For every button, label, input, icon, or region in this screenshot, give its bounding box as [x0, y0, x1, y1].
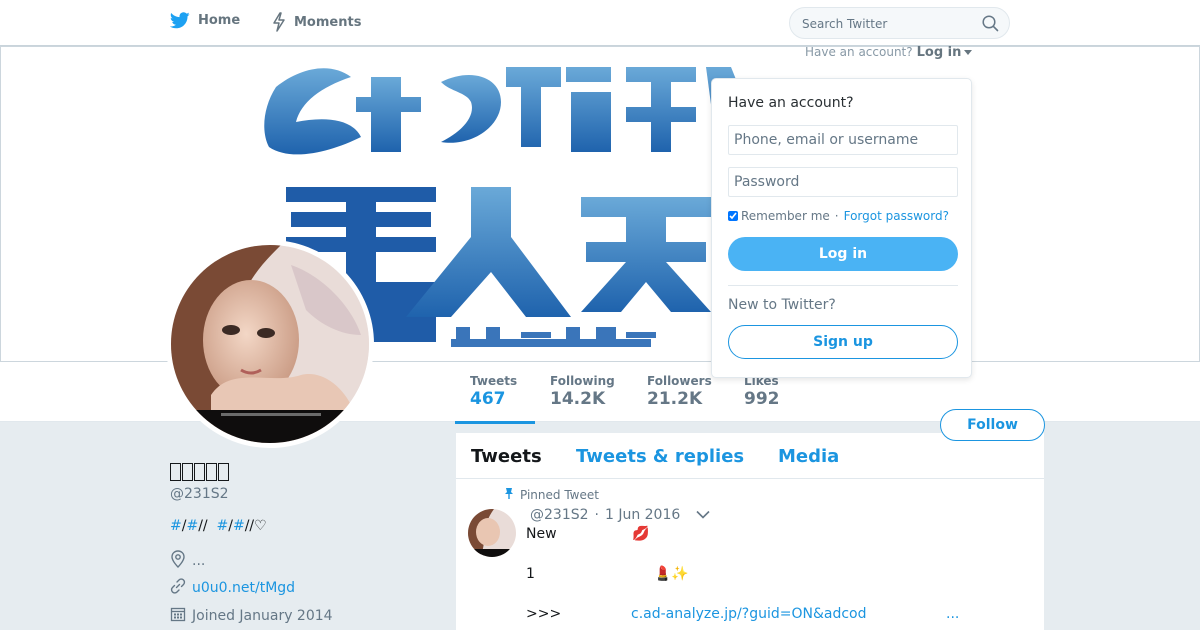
stat-followers-label: Followers [647, 374, 712, 388]
password-field[interactable] [728, 167, 958, 197]
login-button[interactable]: Log in [728, 237, 958, 271]
nav-home-label: Home [198, 13, 241, 28]
avatar-photo [171, 245, 369, 443]
top-nav: Home Moments [0, 0, 1200, 46]
stat-following-value: 14.2K [550, 389, 606, 409]
remember-row: Remember me · Forgot password? [728, 209, 949, 223]
stat-following[interactable]: Following 14.2K [550, 374, 615, 409]
profile-bio: #/#// #/#//♡ [170, 518, 267, 534]
login-link-label: Log in [916, 45, 962, 60]
lips-emoji: 💋 [632, 526, 650, 542]
profile-url-link[interactable]: u0u0.net/tMgd [192, 580, 295, 596]
search-input[interactable] [802, 14, 972, 34]
pinned-indicator: Pinned Tweet [504, 487, 599, 503]
timeline: Tweets Tweets & replies Media Pinned Twe… [456, 433, 1044, 630]
twitter-bird-icon [170, 12, 190, 29]
nav-moments-label: Moments [294, 14, 362, 30]
location-pin-icon [170, 550, 186, 572]
stat-likes[interactable]: Likes 992 [744, 374, 780, 409]
profile-location: ... [170, 550, 205, 572]
profile-handle: @231S2 [170, 486, 229, 502]
account-prompt-text: Have an account? [805, 45, 913, 59]
hashtag-link[interactable]: # [217, 518, 229, 534]
stat-tweets[interactable]: Tweets 467 [454, 374, 536, 424]
tweet-line: >>> [526, 606, 562, 622]
calendar-icon [170, 606, 186, 626]
profile-url: u0u0.net/tMgd [170, 578, 295, 598]
hashtag-link[interactable]: # [186, 518, 198, 534]
signup-button[interactable]: Sign up [728, 325, 958, 359]
missing-glyph [170, 463, 181, 481]
stat-tweets-label: Tweets [470, 374, 518, 388]
missing-glyph [182, 463, 193, 481]
stat-likes-value: 992 [744, 389, 780, 409]
stat-following-label: Following [550, 374, 615, 388]
login-dropdown-toggle[interactable]: Log in [917, 45, 973, 60]
stat-tweets-value: 467 [470, 389, 506, 409]
divider [728, 285, 958, 286]
tab-tweets-replies[interactable]: Tweets & replies [576, 446, 744, 467]
missing-glyph [194, 463, 205, 481]
location-text: ... [192, 553, 206, 569]
login-heading: Have an account? [728, 95, 854, 111]
tweet-avatar[interactable] [468, 509, 516, 557]
caret-down-icon [964, 50, 973, 55]
tweet-link-ellipsis[interactable]: ... [946, 606, 959, 622]
missing-glyph [206, 463, 217, 481]
profile-joined: Joined January 2014 [170, 606, 333, 626]
hashtag-link[interactable]: # [233, 518, 245, 534]
hashtag-link[interactable]: # [170, 518, 182, 534]
follow-button[interactable]: Follow [940, 409, 1045, 441]
stat-followers[interactable]: Followers 21.2K [647, 374, 712, 409]
nav-home[interactable]: Home [170, 12, 240, 29]
forgot-password-link[interactable]: Forgot password? [844, 209, 949, 223]
bio-text: // [198, 518, 217, 534]
tab-media[interactable]: Media [778, 446, 839, 467]
account-prompt: Have an account? Log in [805, 45, 973, 60]
nav-moments[interactable]: Moments [272, 12, 361, 32]
tweet-dot: · [594, 507, 599, 523]
tweet-line: New [526, 526, 557, 542]
tweet-handle[interactable]: @231S2 [530, 507, 589, 523]
joined-text: Joined January 2014 [192, 608, 333, 624]
username-field[interactable] [728, 125, 958, 155]
pin-icon [504, 487, 514, 503]
lightning-icon [272, 12, 286, 32]
profile-name [170, 460, 230, 485]
profile-avatar[interactable] [166, 240, 374, 448]
lipstick-sparkles-emoji: 💄✨ [654, 566, 689, 582]
chevron-down-icon[interactable] [696, 507, 710, 523]
tab-tweets[interactable]: Tweets [471, 446, 542, 467]
link-icon [170, 578, 186, 598]
remember-me-checkbox[interactable] [728, 211, 738, 221]
tweet-link[interactable]: c.ad-analyze.jp/?guid=ON&adcod [631, 606, 867, 622]
login-dropdown: Have an account? Remember me · Forgot pa… [711, 78, 972, 378]
remember-me-label[interactable]: Remember me [741, 209, 830, 223]
tweet-header: @231S2 · 1 Jun 2016 [530, 507, 710, 523]
tweet-line: 1 [526, 566, 535, 582]
tweet-date[interactable]: 1 Jun 2016 [605, 507, 680, 523]
pinned-label: Pinned Tweet [520, 488, 599, 502]
search-icon[interactable] [982, 15, 999, 36]
new-to-twitter-label: New to Twitter? [728, 297, 836, 313]
separator-dot: · [834, 209, 839, 223]
stat-followers-value: 21.2K [647, 389, 703, 409]
search-box [789, 7, 1010, 39]
missing-glyph [218, 463, 229, 481]
bio-text: //♡ [244, 518, 267, 534]
